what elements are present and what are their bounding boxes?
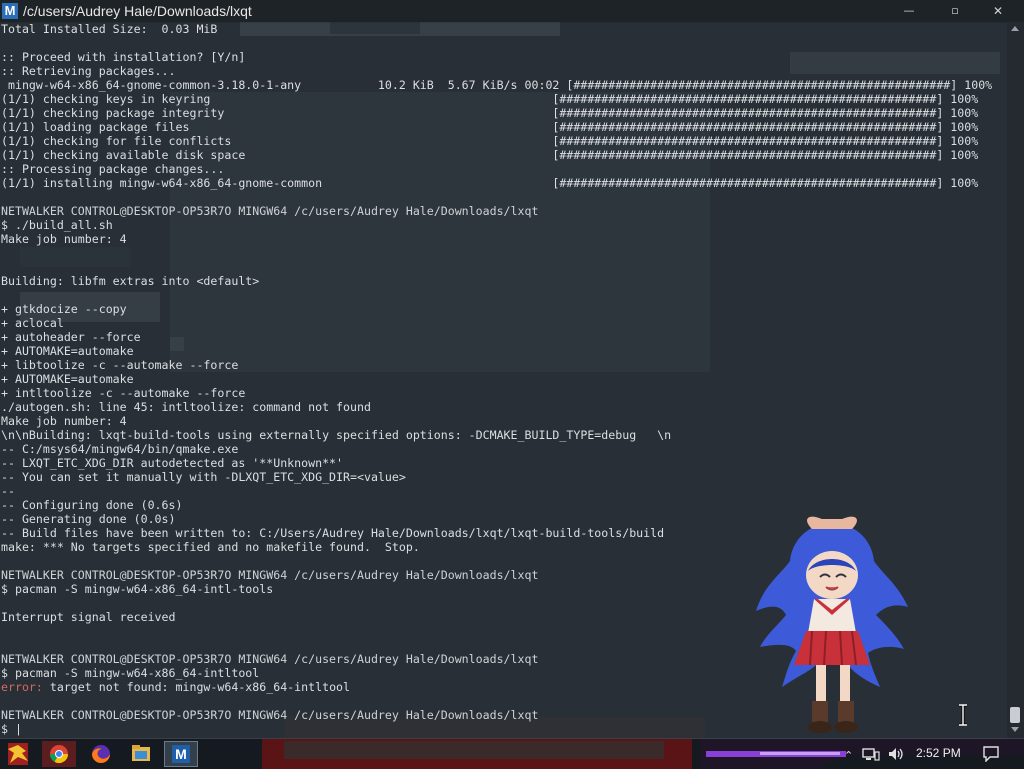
terminal-line: -- Configuring done (0.6s) bbox=[1, 498, 183, 512]
terminal-line: (1/1) installing mingw-w64-x86_64-gnome-… bbox=[1, 176, 979, 190]
file-explorer-taskbar-button[interactable] bbox=[124, 741, 158, 767]
terminal-line: + libtoolize -c --automake --force bbox=[1, 358, 239, 372]
folder-icon bbox=[132, 745, 150, 761]
msys-terminal-taskbar-button[interactable]: M bbox=[164, 741, 198, 767]
terminal-line: + AUTOMAKE=automake bbox=[1, 372, 134, 386]
terminal-line: $ ./build_all.sh bbox=[1, 218, 113, 232]
terminal-line: + autoheader --force bbox=[1, 330, 141, 344]
terminal-line-text: target not found: mingw-w64-x86_64-intlt… bbox=[42, 680, 351, 694]
vertical-scrollbar[interactable] bbox=[1007, 22, 1024, 738]
notification-center-icon[interactable] bbox=[983, 746, 999, 762]
terminal-line: + aclocal bbox=[1, 316, 64, 330]
terminal-line: :: Retrieving packages... bbox=[1, 64, 176, 78]
chrome-taskbar-button[interactable] bbox=[42, 741, 76, 767]
terminal-line: :: Proceed with installation? [Y/n] bbox=[1, 50, 246, 64]
terminal-line: -- LXQT_ETC_XDG_DIR autodetected as '**U… bbox=[1, 456, 344, 470]
scroll-down-arrow-icon[interactable] bbox=[1011, 727, 1019, 732]
volume-icon[interactable] bbox=[888, 747, 906, 761]
msys-app-icon: M bbox=[2, 3, 18, 19]
terminal-prompt-line: NETWALKER CONTROL@DESKTOP-OP53R7O MINGW6… bbox=[1, 204, 539, 218]
terminal-line: Make job number: 4 bbox=[1, 414, 127, 428]
terminal-line: + gtkdocize --copy bbox=[1, 302, 127, 316]
tray-overflow-chevron-icon[interactable]: ⌃ bbox=[844, 749, 853, 762]
terminal-line: ./autogen.sh: line 45: intltoolize: comm… bbox=[1, 400, 371, 414]
scroll-up-arrow-icon[interactable] bbox=[1011, 26, 1019, 31]
terminal-line: + intltoolize -c --automake --force bbox=[1, 386, 246, 400]
terminal-line: Make job number: 4 bbox=[1, 232, 127, 246]
terminal-line: (1/1) loading package files [###########… bbox=[1, 120, 979, 134]
start-icon bbox=[8, 743, 28, 765]
terminal-line: -- You can set it manually with -DLXQT_E… bbox=[1, 470, 406, 484]
terminal-line: -- bbox=[1, 484, 15, 498]
terminal-line: (1/1) checking for file conflicts [#####… bbox=[1, 134, 979, 148]
close-button[interactable]: ✕ bbox=[985, 4, 1011, 18]
terminal-line: Total Installed Size: 0.03 MiB bbox=[1, 22, 218, 36]
chrome-icon bbox=[50, 745, 68, 764]
scrollbar-thumb[interactable] bbox=[1010, 707, 1020, 723]
terminal-line: (1/1) checking available disk space [###… bbox=[1, 148, 979, 162]
title-bar[interactable]: M /c/users/Audrey Hale/Downloads/lxqt — … bbox=[0, 0, 1024, 23]
terminal-task-letter: M bbox=[175, 746, 187, 762]
anime-mascot-image bbox=[756, 516, 908, 733]
terminal-line: Building: libfm extras into <default> bbox=[1, 274, 260, 288]
network-icon[interactable] bbox=[862, 747, 880, 761]
minimize-button[interactable]: — bbox=[896, 4, 922, 18]
taskbar-clock[interactable]: 2:52 PM bbox=[916, 746, 961, 760]
firefox-icon bbox=[92, 745, 110, 763]
start-button[interactable] bbox=[2, 741, 36, 767]
terminal-line: \n\nBuilding: lxqt-build-tools using ext… bbox=[1, 428, 672, 442]
terminal-line: -- C:/msys64/mingw64/bin/qmake.exe bbox=[1, 442, 239, 456]
terminal-line: (1/1) checking package integrity [######… bbox=[1, 106, 979, 120]
window-title: /c/users/Audrey Hale/Downloads/lxqt bbox=[23, 3, 252, 19]
taskbar: M ⌃ 2:52 PM bbox=[0, 738, 1024, 769]
terminal-line: + AUTOMAKE=automake bbox=[1, 344, 134, 358]
firefox-taskbar-button[interactable] bbox=[84, 741, 118, 767]
maximize-button[interactable]: ▫ bbox=[942, 4, 968, 18]
text-cursor-icon bbox=[959, 704, 967, 726]
terminal-line: :: Processing package changes... bbox=[1, 162, 225, 176]
error-label: error: bbox=[1, 680, 43, 694]
terminal-line: (1/1) checking keys in keyring [########… bbox=[1, 92, 979, 106]
terminal-line: mingw-w64-x86_64-gnome-common-3.18.0-1-a… bbox=[1, 78, 993, 92]
msys-terminal-icon: M bbox=[172, 745, 190, 763]
